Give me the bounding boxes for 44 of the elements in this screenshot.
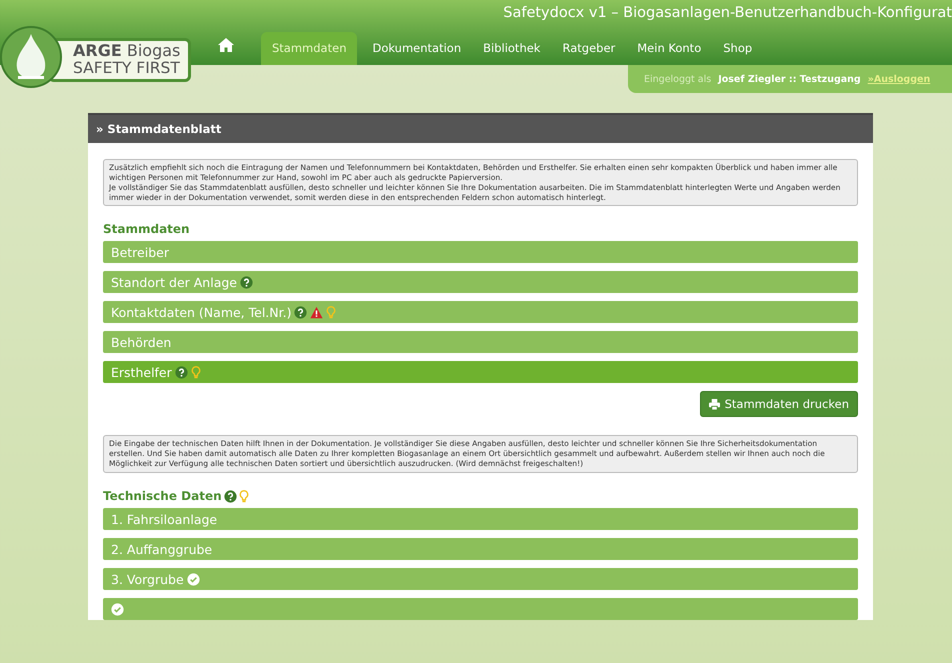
accordion-row[interactable]: Behörden	[103, 331, 858, 354]
login-label: Eingeloggt als	[644, 74, 712, 84]
accordion-row[interactable]: Standort der Anlage	[103, 271, 858, 294]
home-icon	[218, 38, 234, 52]
row-label: 3. Vorgrube	[111, 572, 184, 587]
nav-tab[interactable]: Ratgeber	[551, 32, 626, 65]
user-name: Josef Ziegler :: Testzugang	[718, 74, 861, 84]
logout-link[interactable]: »Ausloggen	[868, 74, 930, 84]
nav-tab[interactable]: Dokumentation	[361, 32, 472, 65]
flame-logo-icon	[0, 26, 62, 88]
row-label: Betreiber	[111, 244, 169, 260]
nav-tab[interactable]: Bibliothek	[472, 32, 552, 65]
warning-icon	[310, 306, 324, 319]
lightbulb-icon	[326, 306, 336, 319]
print-button[interactable]: Stammdaten drucken	[700, 391, 858, 418]
accordion-row[interactable]: Betreiber	[103, 241, 858, 264]
section-title: Stammdaten	[103, 222, 190, 236]
accordion-row[interactable]: Kontaktdaten (Name, Tel.Nr.)	[103, 301, 858, 324]
help-icon[interactable]	[174, 366, 188, 379]
accordion-row[interactable]: 3. Vorgrube	[103, 568, 858, 590]
accordion-row[interactable]: 2. Auffanggrube	[103, 538, 858, 560]
lightbulb-icon	[190, 366, 201, 379]
panel-title: » Stammdatenblatt	[88, 113, 873, 143]
section-title: Technische Daten	[103, 489, 222, 504]
row-label: Behörden	[111, 334, 172, 350]
nav-tab[interactable]: Mein Konto	[626, 32, 712, 65]
help-icon[interactable]	[294, 306, 308, 319]
row-label: Kontaktdaten (Name, Tel.Nr.)	[111, 304, 292, 320]
row-label: Ersthelfer	[111, 364, 172, 380]
lightbulb-icon	[238, 490, 249, 503]
checkmark-icon	[186, 572, 200, 586]
row-label: 1. Fahrsiloanlage	[111, 512, 218, 527]
nav-tab[interactable]: Shop	[712, 32, 764, 65]
row-label: Standort der Anlage	[111, 274, 237, 290]
logo: ARGE Biogas SAFETY FIRST	[48, 38, 192, 82]
help-icon[interactable]	[240, 276, 253, 289]
accordion-row[interactable]: 1. Fahrsiloanlage	[103, 508, 858, 530]
printer-icon	[708, 398, 720, 410]
window-title: Safetydocx v1 – Biogasanlagen-Benutzerhandbuch-Konfigurat	[503, 5, 952, 21]
checkmark-icon	[111, 602, 124, 616]
accordion-row[interactable]: Ersthelfer	[103, 361, 858, 384]
nav-tab[interactable]: Stammdaten	[261, 32, 358, 65]
row-label: 2. Auffanggrube	[111, 542, 212, 557]
help-icon[interactable]	[224, 490, 237, 503]
